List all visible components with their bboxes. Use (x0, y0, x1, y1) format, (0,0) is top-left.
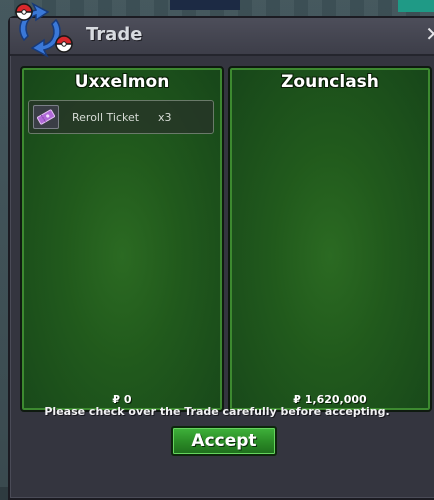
trade-item-slot[interactable]: Reroll Ticket x3 (28, 100, 214, 134)
ticket-icon (33, 105, 59, 129)
left-trade-panel: Uxxelmon Reroll Ticket x3 ₽ 0 (20, 66, 224, 412)
item-quantity: x3 (158, 111, 172, 124)
right-player-name: Zounclash (281, 72, 379, 92)
teal-tile (398, 0, 434, 12)
window-title: Trade (86, 24, 143, 45)
close-icon[interactable]: ✕ (425, 22, 434, 46)
right-trade-panel: Zounclash ₽ 1,620,000 (228, 66, 432, 412)
pokeball-logo-icon (15, 2, 73, 58)
item-name: Reroll Ticket (72, 111, 140, 124)
trade-notice: Please check over the Trade carefully be… (44, 405, 390, 418)
accept-button[interactable]: Accept (171, 426, 277, 456)
building-roof (170, 0, 240, 10)
left-player-name: Uxxelmon (74, 72, 170, 92)
